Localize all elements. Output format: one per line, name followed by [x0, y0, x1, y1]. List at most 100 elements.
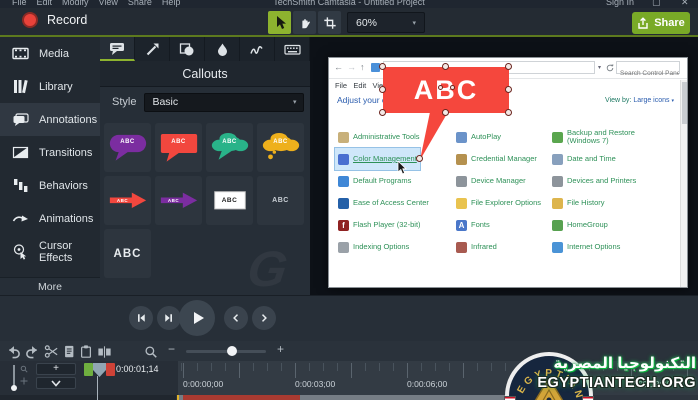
callout-tile-text: ABC: [155, 123, 202, 172]
cp-item[interactable]: Ease of Access Center: [335, 192, 432, 214]
playhead-out-handle[interactable]: [106, 363, 115, 376]
sidebar-item-library[interactable]: Library: [0, 70, 100, 103]
callout-tile-9[interactable]: ABC: [104, 229, 151, 278]
cp-item[interactable]: Infrared: [453, 236, 500, 258]
tab-callouts[interactable]: [100, 37, 135, 61]
canvas[interactable]: G ← → ↑ ▾ File Edit View T Adjust your c…: [310, 37, 698, 295]
resize-handle[interactable]: [505, 86, 512, 93]
crop-tool-button[interactable]: [318, 11, 341, 34]
share-button[interactable]: Share: [632, 12, 690, 34]
cp-item[interactable]: Credential Manager: [453, 148, 540, 170]
control-panel-items: Administrative ToolsColor ManagementDefa…: [335, 126, 687, 258]
refresh-icon[interactable]: [606, 64, 614, 72]
playhead[interactable]: [84, 363, 115, 377]
callout-tile-1[interactable]: ABC: [104, 123, 151, 172]
step-forward-button[interactable]: [157, 306, 181, 330]
more-button[interactable]: More: [0, 277, 100, 295]
cp-item[interactable]: AutoPlay: [453, 126, 504, 148]
resize-handle[interactable]: [379, 109, 386, 116]
sidebar-item-transitions[interactable]: Transitions: [0, 136, 100, 169]
back-icon[interactable]: ←: [334, 61, 343, 73]
cp-item[interactable]: File Explorer Options: [453, 192, 544, 214]
collapse-tracks-button[interactable]: [36, 377, 76, 389]
paste-button[interactable]: [78, 344, 93, 359]
cp-item[interactable]: Indexing Options: [335, 236, 412, 258]
pan-tool-button[interactable]: [293, 11, 316, 34]
close-icon[interactable]: ✕: [681, 0, 689, 8]
step-back-button[interactable]: [129, 306, 153, 330]
scrollbar[interactable]: [680, 80, 687, 287]
undo-button[interactable]: [6, 344, 21, 359]
sign-in-link[interactable]: Sign In: [606, 0, 634, 7]
tail-handle[interactable]: [416, 155, 423, 162]
play-button[interactable]: [179, 300, 215, 336]
forward-icon[interactable]: →: [347, 61, 356, 73]
anchor-handle[interactable]: [438, 85, 443, 90]
cp-item[interactable]: File History: [549, 192, 608, 214]
tab-shapes[interactable]: [170, 37, 205, 61]
resize-handle[interactable]: [379, 63, 386, 70]
style-dropdown[interactable]: Basic ▾: [144, 93, 304, 112]
address-dropdown-icon[interactable]: ▾: [598, 64, 601, 71]
track-height-slider-thumb[interactable]: [11, 385, 17, 391]
timeline-zoom-slider-thumb[interactable]: [227, 346, 237, 356]
callout-tile-5[interactable]: ABC: [104, 176, 151, 225]
callout-tile-8[interactable]: ABC: [257, 176, 304, 225]
callout-tile-7[interactable]: ABC: [206, 176, 253, 225]
sidebar-item-annotations[interactable]: Annotations: [0, 103, 100, 136]
zoom-out-button[interactable]: −: [168, 342, 175, 356]
timeline-zoom-button[interactable]: [143, 344, 158, 359]
up-icon[interactable]: ↑: [360, 61, 365, 73]
rotate-handle[interactable]: [450, 85, 455, 90]
cp-item[interactable]: Backup and Restore (Windows 7): [549, 126, 638, 148]
track-header[interactable]: [0, 395, 176, 400]
cp-item[interactable]: Device Manager: [453, 170, 529, 192]
sidebar-item-media[interactable]: Media: [0, 37, 100, 70]
callout-annotation[interactable]: ABC: [383, 67, 509, 113]
redo-button[interactable]: [25, 344, 40, 359]
tab-sketch-motion[interactable]: [240, 37, 275, 61]
next-clip-button[interactable]: [252, 306, 276, 330]
view-by-control[interactable]: View by: Large icons ▾: [605, 97, 674, 104]
resize-handle[interactable]: [505, 63, 512, 70]
cp-item[interactable]: Internet Options: [549, 236, 623, 258]
resize-handle[interactable]: [379, 86, 386, 93]
resize-handle[interactable]: [442, 63, 449, 70]
callout-tile-6[interactable]: ABC: [155, 176, 202, 225]
resize-handle[interactable]: [505, 109, 512, 116]
playhead-head[interactable]: [93, 363, 106, 377]
split-button[interactable]: [97, 344, 112, 359]
previous-clip-button[interactable]: [224, 306, 248, 330]
add-track-button[interactable]: +: [36, 363, 76, 375]
sidebar-item-animations[interactable]: Animations: [0, 202, 100, 235]
search-input[interactable]: [617, 68, 679, 79]
cursor-tool-button[interactable]: [268, 11, 291, 34]
playhead-in-handle[interactable]: [84, 363, 93, 376]
callout-tile-3[interactable]: ABC: [206, 123, 253, 172]
annotation-clip[interactable]: [183, 395, 300, 400]
tab-arrows[interactable]: [135, 37, 170, 61]
menubar[interactable]: File Edit Modify View Share Help: [12, 0, 180, 7]
sidebar-item-cursor-effects[interactable]: Cursor Effects: [0, 235, 100, 268]
callout-tile-4[interactable]: ABC: [257, 123, 304, 172]
cp-item[interactable]: AFonts: [453, 214, 493, 236]
cut-button[interactable]: [44, 344, 59, 359]
tab-blur[interactable]: [205, 37, 240, 61]
copy-button[interactable]: [61, 344, 76, 359]
resize-handle[interactable]: [442, 109, 449, 116]
timeline-zoom-slider[interactable]: [186, 350, 266, 353]
cp-item[interactable]: Devices and Printers: [549, 170, 639, 192]
cp-item[interactable]: fFlash Player (32-bit): [335, 214, 424, 236]
callout-tile-2[interactable]: ABC: [155, 123, 202, 172]
record-button[interactable]: Record: [22, 12, 87, 28]
view-by-value[interactable]: Large icons: [633, 97, 669, 104]
cp-item[interactable]: HomeGroup: [549, 214, 611, 236]
cp-item[interactable]: Date and Time: [549, 148, 619, 170]
canvas-zoom-dropdown[interactable]: 60% ▾: [347, 12, 425, 33]
sidebar-item-behaviors[interactable]: Behaviors: [0, 169, 100, 202]
maximize-icon[interactable]: ▢: [652, 0, 661, 8]
zoom-in-button[interactable]: +: [277, 342, 284, 356]
camtasia-app: File Edit Modify View Share Help TechSmi…: [0, 0, 698, 400]
scrollbar-thumb[interactable]: [682, 82, 687, 124]
tab-keystroke[interactable]: [275, 37, 310, 61]
